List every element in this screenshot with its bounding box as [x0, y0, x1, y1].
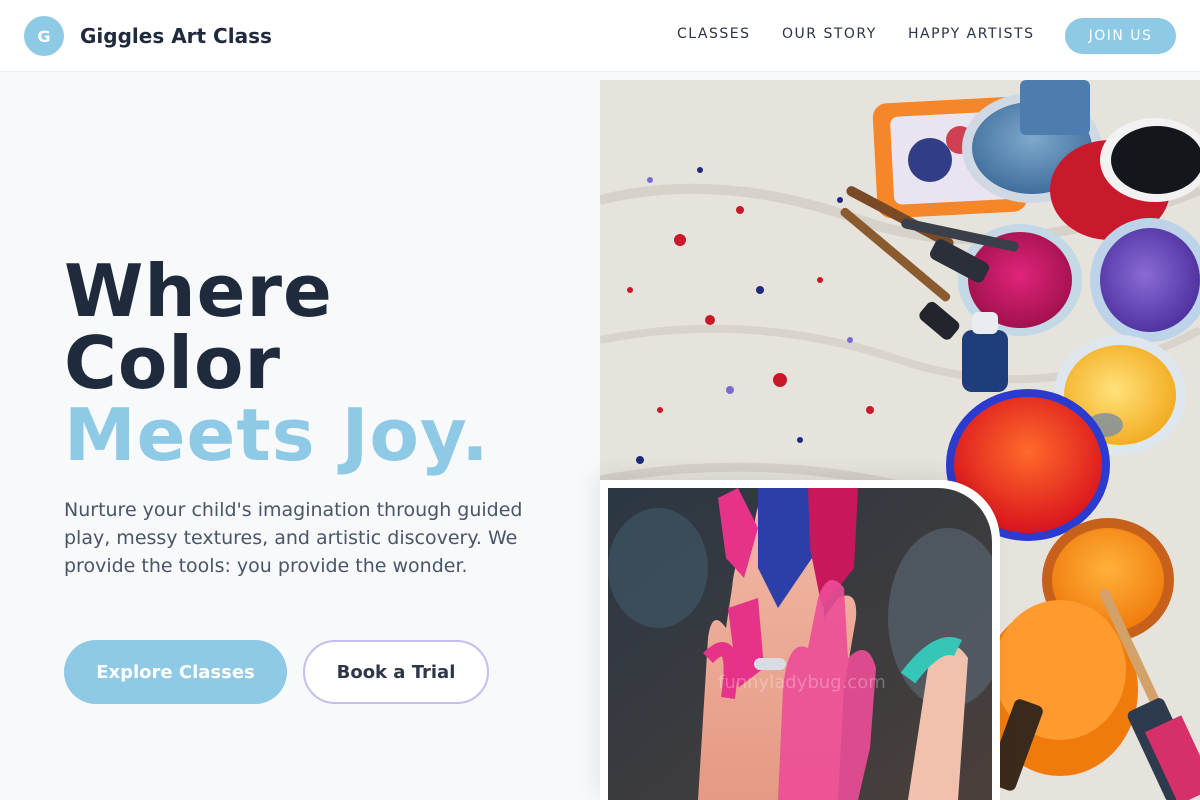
join-us-button[interactable]: JOIN US: [1065, 18, 1176, 54]
site-header: G Giggles Art Class CLASSES OUR STORY HA…: [0, 0, 1200, 72]
brand-name[interactable]: Giggles Art Class: [80, 24, 272, 48]
nav-our-story[interactable]: OUR STORY: [782, 26, 877, 42]
hero-title-accent: Meets Joy.: [64, 393, 490, 477]
hero-title: Where Color Meets Joy.: [64, 255, 490, 471]
painted-hands-frame: funnyladybug.com: [600, 480, 1000, 800]
nav-classes[interactable]: CLASSES: [677, 26, 750, 42]
nav-happy-artists[interactable]: HAPPY ARTISTS: [908, 26, 1034, 42]
inset-watermark: funnyladybug.com: [718, 672, 886, 693]
hero-description: Nurture your child's imagination through…: [64, 499, 523, 577]
logo-badge[interactable]: G: [24, 16, 64, 56]
painted-hands-photo: funnyladybug.com: [608, 488, 992, 800]
book-trial-button[interactable]: Book a Trial: [303, 640, 489, 704]
painted-hands-illustration: funnyladybug.com: [608, 488, 992, 800]
hero-title-line-1: Where: [64, 249, 333, 333]
explore-classes-button[interactable]: Explore Classes: [64, 640, 287, 704]
hero-title-line-2: Color: [64, 321, 281, 405]
